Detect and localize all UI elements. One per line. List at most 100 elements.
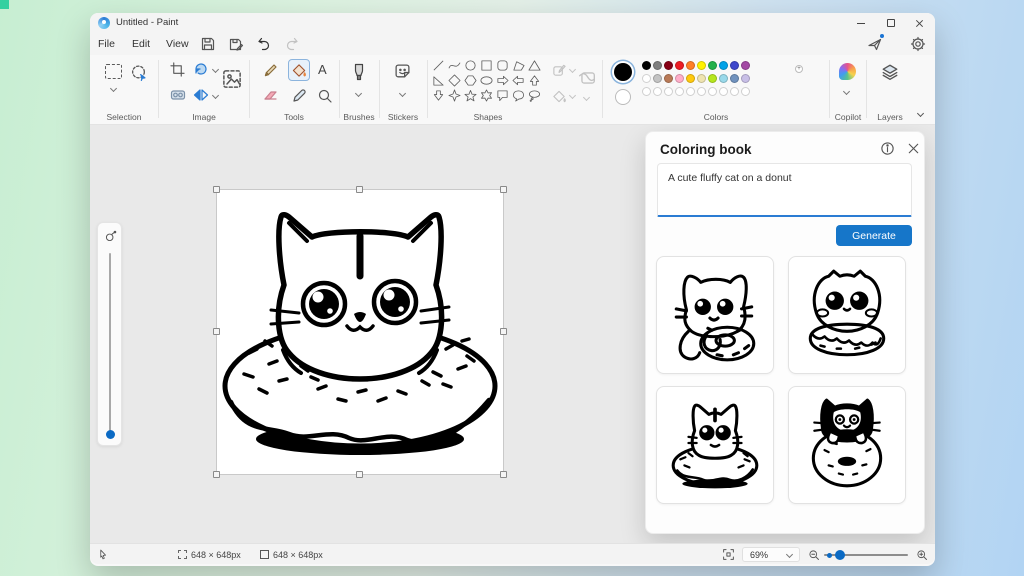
brushes-dropdown-chevron-icon[interactable] — [355, 90, 362, 97]
zoom-out-button[interactable] — [808, 544, 820, 565]
zoom-in-button[interactable] — [916, 544, 928, 565]
shape-rounded-square[interactable] — [496, 59, 509, 72]
shape-partial-row-2[interactable] — [448, 104, 461, 109]
shape-polygon[interactable] — [512, 59, 525, 72]
free-select-icon[interactable] — [130, 64, 147, 81]
color-swatch[interactable] — [653, 74, 662, 83]
shape-triangle[interactable] — [528, 59, 541, 72]
account-icon[interactable] — [888, 37, 904, 53]
zoom-slider-thumb[interactable] — [835, 550, 845, 560]
empty-color-swatch[interactable] — [675, 87, 684, 96]
color1-swatch[interactable] — [614, 63, 632, 81]
color-swatch[interactable] — [653, 61, 662, 70]
flip-icon[interactable] — [193, 87, 209, 103]
result-thumbnail-1[interactable] — [656, 256, 774, 374]
color-picker-icon[interactable] — [291, 88, 307, 104]
shape-partial-row-1[interactable] — [432, 104, 445, 109]
menu-edit[interactable]: Edit — [128, 33, 154, 55]
shape-right-triangle[interactable] — [432, 74, 445, 87]
shape-square[interactable] — [480, 59, 493, 72]
shape-diamond[interactable] — [448, 74, 461, 87]
selection-handle-nw[interactable] — [213, 186, 220, 193]
shape-hexagon[interactable] — [464, 74, 477, 87]
color-swatch[interactable] — [686, 74, 695, 83]
shape-four-point-star[interactable] — [448, 89, 461, 102]
selection-handle-n[interactable] — [356, 186, 363, 193]
empty-color-swatch[interactable] — [642, 87, 651, 96]
close-button[interactable] — [905, 13, 933, 33]
empty-color-swatch[interactable] — [664, 87, 673, 96]
shape-thought-cloud[interactable] — [528, 89, 541, 102]
info-icon[interactable] — [880, 141, 895, 156]
flip-dropdown-chevron-icon[interactable] — [212, 92, 219, 99]
color-swatch[interactable] — [664, 74, 673, 83]
shape-circle[interactable] — [464, 59, 477, 72]
shape-oval[interactable] — [480, 74, 493, 87]
shape-arrow-down[interactable] — [432, 89, 445, 102]
minimize-button[interactable] — [847, 13, 875, 33]
color-swatch[interactable] — [642, 61, 651, 70]
color-swatch[interactable] — [741, 74, 750, 83]
fill-tool-selected[interactable] — [288, 59, 310, 81]
settings-gear-icon[interactable] — [910, 36, 926, 52]
pencil-icon[interactable] — [263, 62, 279, 78]
color-swatch[interactable] — [686, 61, 695, 70]
rectangle-select-icon[interactable] — [105, 64, 122, 79]
text-tool-icon[interactable]: A — [318, 63, 327, 77]
color-swatch[interactable] — [741, 61, 750, 70]
brush-icon[interactable] — [351, 63, 367, 81]
shape-line[interactable] — [432, 59, 445, 72]
color-swatch[interactable] — [642, 74, 651, 83]
share-icon[interactable] — [867, 36, 883, 52]
maximize-button[interactable] — [877, 13, 905, 33]
crop-icon[interactable] — [170, 62, 185, 77]
rotate-icon[interactable] — [193, 61, 209, 77]
color-swatch[interactable] — [697, 61, 706, 70]
selection-handle-se[interactable] — [500, 471, 507, 478]
selection-handle-ne[interactable] — [500, 186, 507, 193]
color-swatch[interactable] — [664, 61, 673, 70]
selection-handle-e[interactable] — [500, 328, 507, 335]
prompt-input[interactable]: A cute fluffy cat on a donut — [658, 164, 911, 215]
drawing-canvas[interactable] — [217, 190, 503, 474]
shape-arrow-up[interactable] — [528, 74, 541, 87]
fit-to-screen-button[interactable] — [722, 544, 735, 565]
ribbon-collapse-chevron-icon[interactable] — [917, 110, 924, 117]
generate-button[interactable]: Generate — [836, 225, 912, 246]
color-swatch[interactable] — [708, 74, 717, 83]
undo-icon[interactable] — [256, 36, 272, 52]
shapes-grid[interactable] — [432, 59, 546, 109]
color-swatch[interactable] — [708, 61, 717, 70]
slider-thumb[interactable] — [106, 430, 115, 439]
empty-color-swatch[interactable] — [686, 87, 695, 96]
selection-dropdown-chevron-icon[interactable] — [110, 85, 117, 92]
sticker-icon[interactable] — [394, 63, 411, 80]
selection-handle-s[interactable] — [356, 471, 363, 478]
selection-handle-w[interactable] — [213, 328, 220, 335]
menu-file[interactable]: File — [94, 33, 119, 55]
resize-icon[interactable] — [222, 69, 242, 89]
empty-color-swatch[interactable] — [741, 87, 750, 96]
copilot-icon[interactable] — [839, 63, 856, 80]
color-swatch[interactable] — [675, 61, 684, 70]
stamp-icon[interactable] — [170, 87, 186, 103]
shape-six-point-star[interactable] — [480, 89, 493, 102]
empty-color-swatch[interactable] — [697, 87, 706, 96]
rotate-dropdown-chevron-icon[interactable] — [212, 66, 219, 73]
shape-curve[interactable] — [448, 59, 461, 72]
magnifier-tool-icon[interactable] — [317, 88, 333, 104]
result-thumbnail-2[interactable] — [788, 256, 906, 374]
shape-arrow-right[interactable] — [496, 74, 509, 87]
shape-speech-oval[interactable] — [512, 89, 525, 102]
layers-icon[interactable] — [881, 63, 899, 81]
slider-track[interactable] — [109, 253, 111, 431]
empty-color-swatch[interactable] — [708, 87, 717, 96]
color-swatch[interactable] — [730, 61, 739, 70]
selection-handle-sw[interactable] — [213, 471, 220, 478]
copilot-dropdown-chevron-icon[interactable] — [843, 88, 850, 95]
color-swatch[interactable] — [697, 74, 706, 83]
stickers-dropdown-chevron-icon[interactable] — [399, 90, 406, 97]
shape-five-point-star[interactable] — [464, 89, 477, 102]
save-icon[interactable] — [200, 36, 216, 52]
shape-speech-rectangle[interactable] — [496, 89, 509, 102]
